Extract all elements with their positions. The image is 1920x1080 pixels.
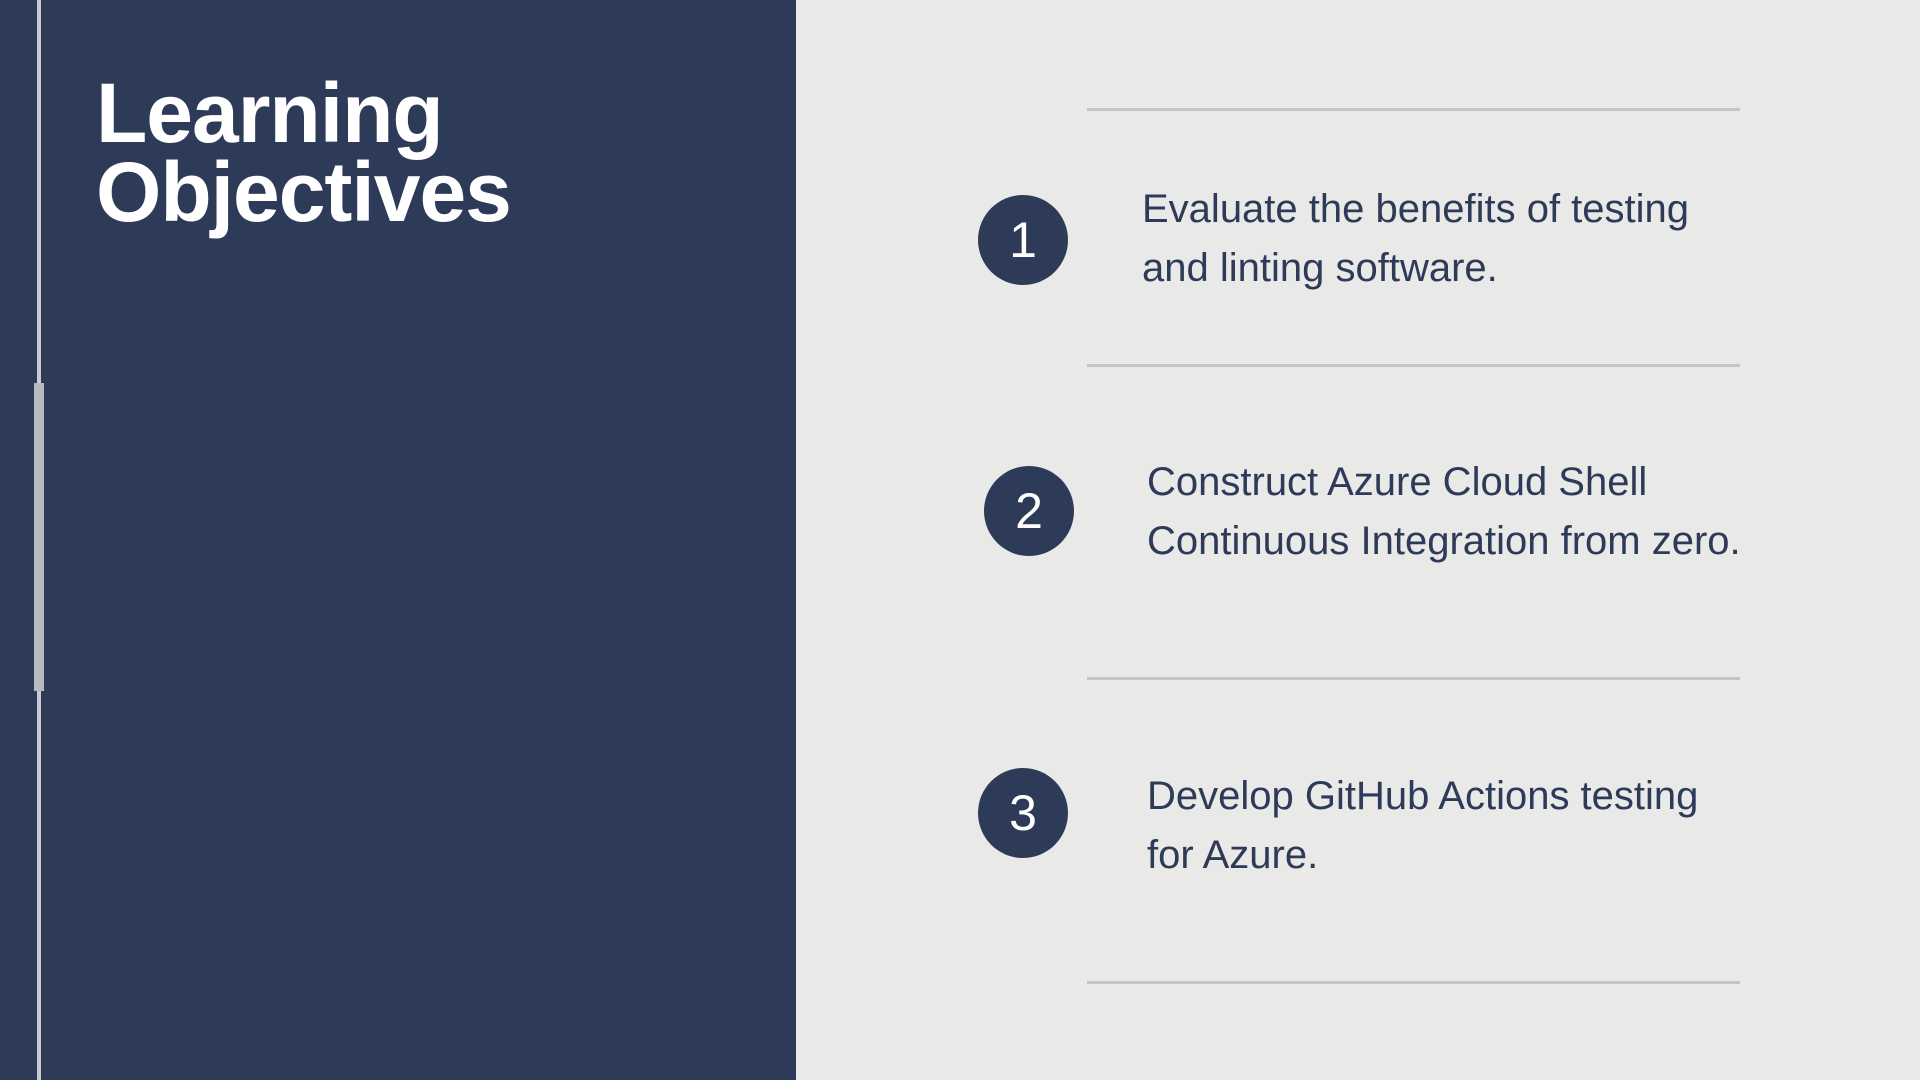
- objective-2-line-1: Construct Azure Cloud Shell: [1147, 460, 1648, 504]
- slide-title: Learning Objectives: [96, 66, 736, 239]
- title-panel: Learning Objectives: [0, 0, 796, 1080]
- objective-text-2: Construct Azure Cloud Shell Continuous I…: [1147, 453, 1867, 571]
- objective-1-line-1: Evaluate the benefits of testing: [1142, 187, 1690, 231]
- objective-3-line-1: Develop GitHub Actions testing: [1147, 774, 1699, 818]
- objective-text-3: Develop GitHub Actions testing for Azure…: [1147, 767, 1807, 885]
- objective-3-line-2: for Azure.: [1147, 833, 1319, 877]
- objective-text-1: Evaluate the benefits of testing and lin…: [1142, 180, 1802, 298]
- scroll-indicator: [34, 383, 44, 691]
- divider-1: [1087, 364, 1740, 367]
- objective-1-line-2: and linting software.: [1142, 246, 1498, 290]
- number-badge-2: 2: [984, 466, 1074, 556]
- divider-bottom: [1087, 981, 1740, 984]
- title-line-2: Objectives: [96, 145, 512, 239]
- number-badge-3: 3: [978, 768, 1068, 858]
- title-line-1: Learning: [96, 66, 444, 160]
- divider-2: [1087, 677, 1740, 680]
- objectives-panel: 1 Evaluate the benefits of testing and l…: [796, 0, 1920, 1080]
- number-badge-1: 1: [978, 195, 1068, 285]
- divider-top: [1087, 108, 1740, 111]
- objective-2-line-2: Continuous Integration from zero.: [1147, 519, 1741, 563]
